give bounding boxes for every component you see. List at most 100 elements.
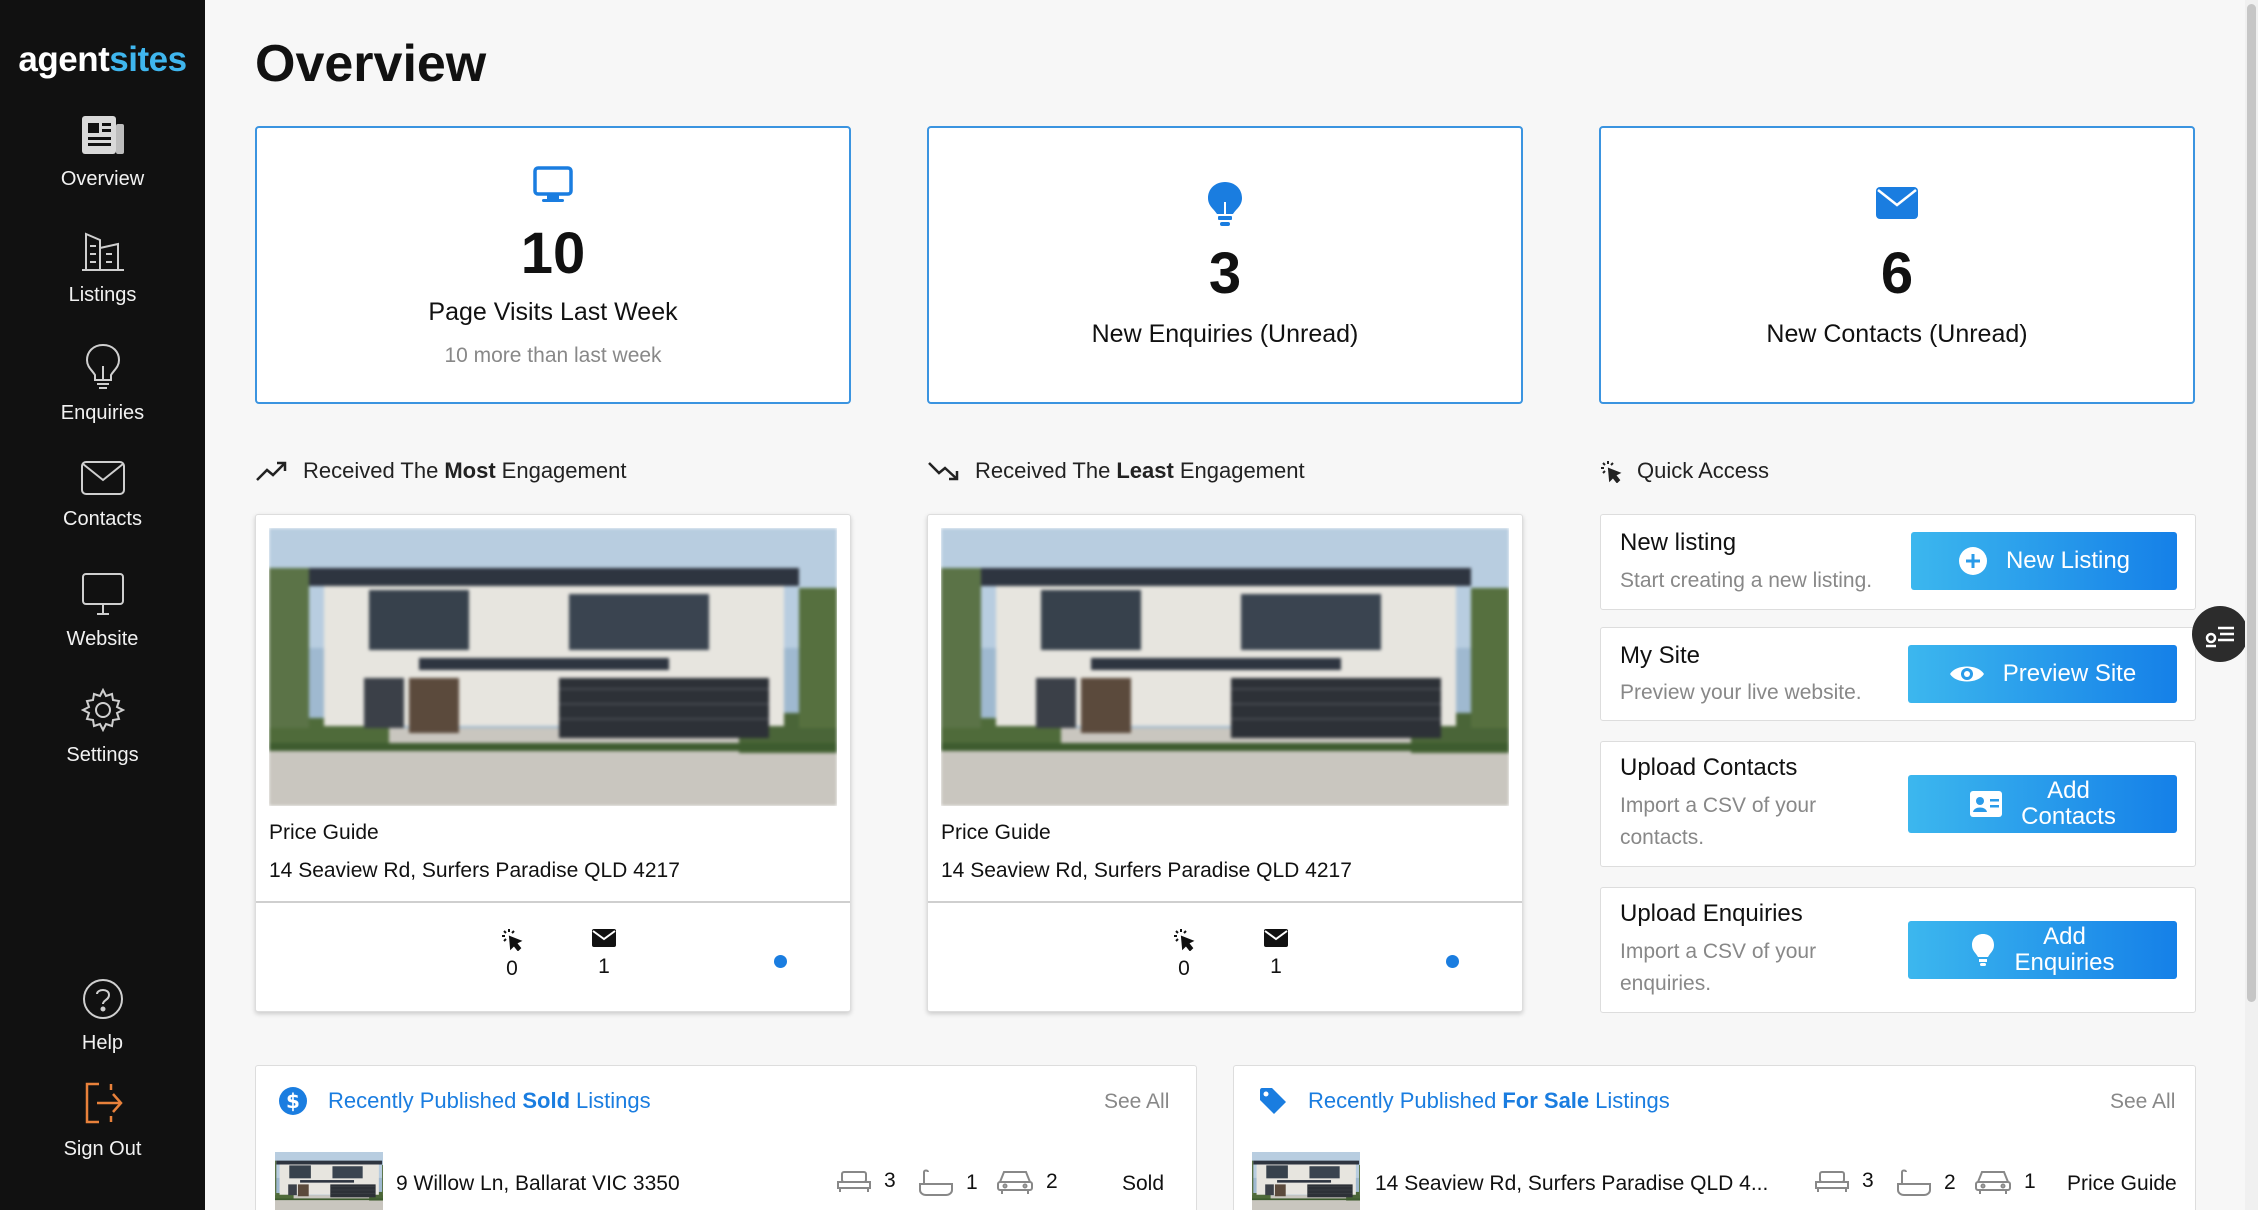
bedrooms-value: 3 [884, 1169, 896, 1192]
preview-site-button[interactable]: Preview Site [1908, 645, 2177, 703]
qa-title: Upload Contacts [1620, 754, 1798, 781]
qa-title: New listing [1620, 529, 1737, 556]
bathrooms-value: 2 [1944, 1171, 1956, 1194]
heading-bold: For Sale [1502, 1088, 1590, 1113]
trending-down-icon [928, 462, 959, 481]
qa-desc-line: enquiries. [1620, 972, 1712, 995]
button-label-line: Add [2043, 923, 2086, 950]
quick-access-new-listing: New listing Start creating a new listing… [1600, 514, 2196, 610]
button-label-line: Contacts [2021, 803, 2116, 830]
least-engagement-listing-card[interactable]: Price Guide 14 Seaview Rd, Surfers Parad… [927, 514, 1523, 1012]
recent-sold-heading: $ Recently Published Sold Listings [278, 1086, 651, 1116]
heading-prefix: Received The [303, 458, 439, 483]
question-icon [82, 979, 123, 1019]
add-enquiries-button[interactable]: Add Enquiries [1908, 921, 2177, 979]
button-label-line: Enquiries [2014, 949, 2115, 976]
gear-icon [80, 688, 125, 732]
contact-card-icon [1970, 791, 2003, 817]
sidebar: agentsites Overview Listings Enquiries C… [0, 0, 205, 1210]
car-spaces-feature: 1 [1974, 1168, 2036, 1196]
button-label-line: Add [2047, 777, 2090, 804]
sidebar-item-overview[interactable]: Overview [0, 114, 205, 191]
qa-desc: Import a CSV of your contacts. [1620, 790, 1816, 854]
bathrooms-value: 1 [966, 1171, 978, 1194]
listing-price: Price Guide [941, 821, 1051, 844]
monitor-icon [257, 166, 849, 204]
lightbulb-icon [85, 343, 120, 389]
car-spaces-value: 1 [2024, 1170, 2036, 1193]
recent-for-sale-heading: Recently Published For Sale Listings [1258, 1086, 1670, 1116]
building-icon [81, 232, 124, 271]
heading-bold: Least [1116, 458, 1174, 483]
clicks-value: 0 [506, 957, 518, 980]
listing-status: Price Guide [2067, 1172, 2177, 1195]
sidebar-item-contacts[interactable]: Contacts [0, 460, 205, 531]
card-divider [256, 901, 850, 903]
price-tag-icon [1260, 1088, 1286, 1114]
sidebar-item-settings[interactable]: Settings [0, 688, 205, 767]
most-engagement-heading: Received The Most Engagement [255, 458, 626, 484]
heading-suffix: Engagement [501, 458, 627, 483]
stat-card-page-visits: 10 Page Visits Last Week 10 more than la… [255, 126, 851, 404]
car-spaces-feature: 2 [996, 1168, 1058, 1196]
envelope-icon [80, 461, 125, 495]
car-icon [997, 1171, 1033, 1194]
click-pointer-icon [1174, 929, 1195, 951]
scrollbar-thumb[interactable] [2247, 4, 2256, 1002]
sign-out-label: Sign Out [63, 1138, 142, 1160]
button-label: Add Contacts [2021, 778, 2116, 830]
listing-photo [269, 528, 837, 806]
sidebar-item-enquiries[interactable]: Enquiries [0, 342, 205, 425]
quick-access-upload-contacts: Upload Contacts Import a CSV of your con… [1600, 741, 2196, 867]
enquiries-metric: 1 [584, 927, 624, 979]
listing-price: Price Guide [269, 821, 379, 844]
listing-photo [941, 528, 1509, 806]
listing-address: 14 Seaview Rd, Surfers Paradise QLD 4217 [269, 859, 680, 882]
car-spaces-value: 2 [1046, 1170, 1058, 1193]
eye-icon [1949, 666, 1984, 682]
qa-desc-line: Import a CSV of your [1620, 940, 1817, 963]
quick-access-title: Quick Access [1637, 458, 1770, 483]
listing-address: 9 Willow Ln, Ballarat VIC 3350 [396, 1172, 680, 1195]
see-all-sold-link[interactable]: See All [1104, 1090, 1169, 1114]
floating-menu-button[interactable] [2192, 606, 2248, 662]
sidebar-item-website[interactable]: Website [0, 572, 205, 651]
brand-logo[interactable]: agentsites [0, 40, 205, 80]
brand-part-2: sites [109, 40, 187, 79]
stat-label: Page Visits Last Week [428, 298, 678, 326]
toggle-list-icon [2205, 626, 2234, 648]
new-listing-button[interactable]: New Listing [1911, 532, 2177, 590]
bedrooms-feature: 3 [836, 1168, 896, 1194]
sidebar-item-label: Listings [68, 284, 137, 306]
plus-circle-icon [1958, 547, 1987, 575]
qa-desc-line: contacts. [1620, 826, 1705, 849]
envelope-icon [592, 929, 616, 947]
most-engagement-listing-card[interactable]: Price Guide 14 Seaview Rd, Surfers Parad… [255, 514, 851, 1012]
quick-access-heading: Quick Access [1599, 458, 1769, 484]
see-all-for-sale-link[interactable]: See All [2110, 1090, 2175, 1114]
add-contacts-button[interactable]: Add Contacts [1908, 775, 2177, 833]
sidebar-item-label: Enquiries [60, 402, 145, 424]
clicks-metric: 0 [1164, 927, 1204, 981]
clicks-metric: 0 [492, 927, 532, 981]
stat-label: New Enquiries (Unread) [1091, 320, 1359, 348]
button-label: Preview Site [2002, 660, 2137, 687]
click-pointer-icon [502, 929, 523, 951]
stat-sub: 10 more than last week [444, 344, 662, 367]
bath-icon [919, 1169, 953, 1196]
listing-status: Sold [1122, 1172, 1165, 1195]
heading-suffix: Listings [1595, 1088, 1670, 1113]
sign-out-link[interactable]: Sign Out [0, 1080, 205, 1161]
heading-suffix: Engagement [1179, 458, 1305, 483]
enquiries-value: 1 [1270, 955, 1282, 978]
bed-icon [837, 1171, 871, 1192]
bathrooms-feature: 2 [1896, 1168, 1956, 1198]
stat-value: 6 [1880, 241, 1914, 306]
envelope-icon [1601, 186, 2193, 220]
brand-part-1: agent [18, 40, 110, 79]
help-link[interactable]: Help [0, 978, 205, 1055]
sidebar-item-listings[interactable]: Listings [0, 228, 205, 307]
heading-prefix: Recently Published [328, 1088, 517, 1113]
trending-up-icon [256, 461, 287, 481]
enquiries-value: 1 [598, 955, 610, 978]
